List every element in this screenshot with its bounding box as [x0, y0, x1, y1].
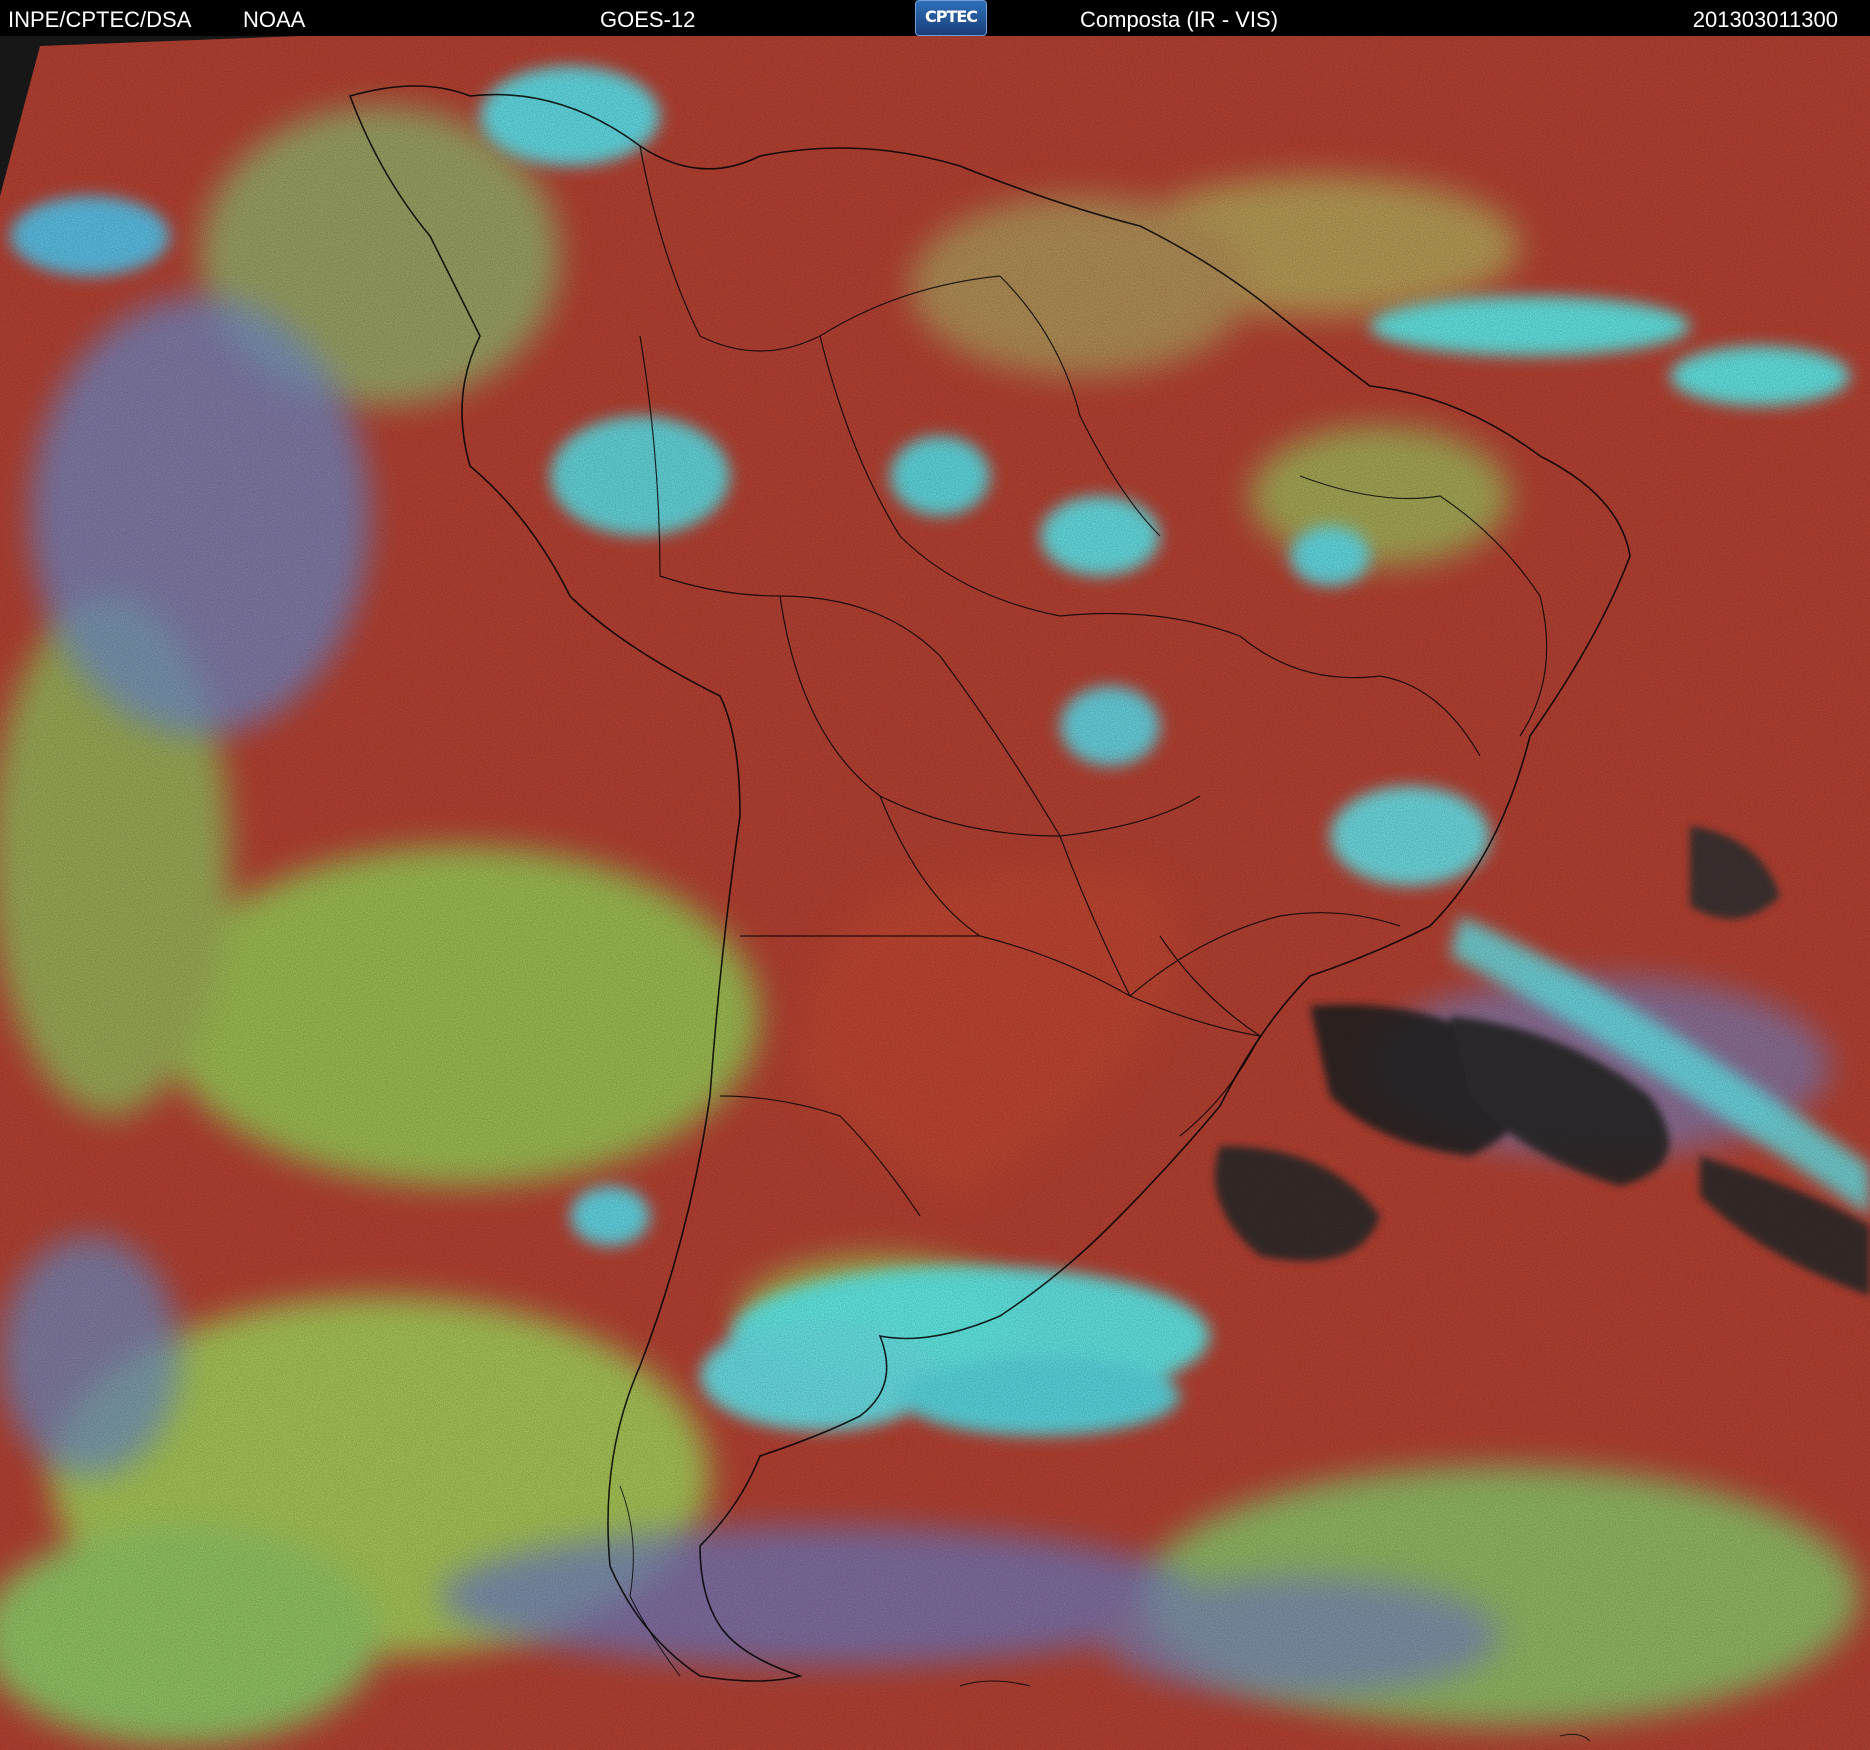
organization-label: INPE/CPTEC/DSA — [8, 7, 192, 32]
satellite-label: GOES-12 — [600, 7, 696, 32]
agency-label: NOAA — [243, 7, 306, 32]
product-label: Composta (IR - VIS) — [1080, 7, 1279, 32]
cptec-logo: CPTEC — [915, 0, 987, 36]
timestamp-label: 201303011300 — [1692, 7, 1838, 32]
satellite-composite-image — [0, 36, 1870, 1750]
image-header: INPE/CPTEC/DSA NOAA GOES-12 CPTEC Compos… — [0, 0, 1870, 40]
logo-text: CPTEC — [924, 7, 978, 26]
